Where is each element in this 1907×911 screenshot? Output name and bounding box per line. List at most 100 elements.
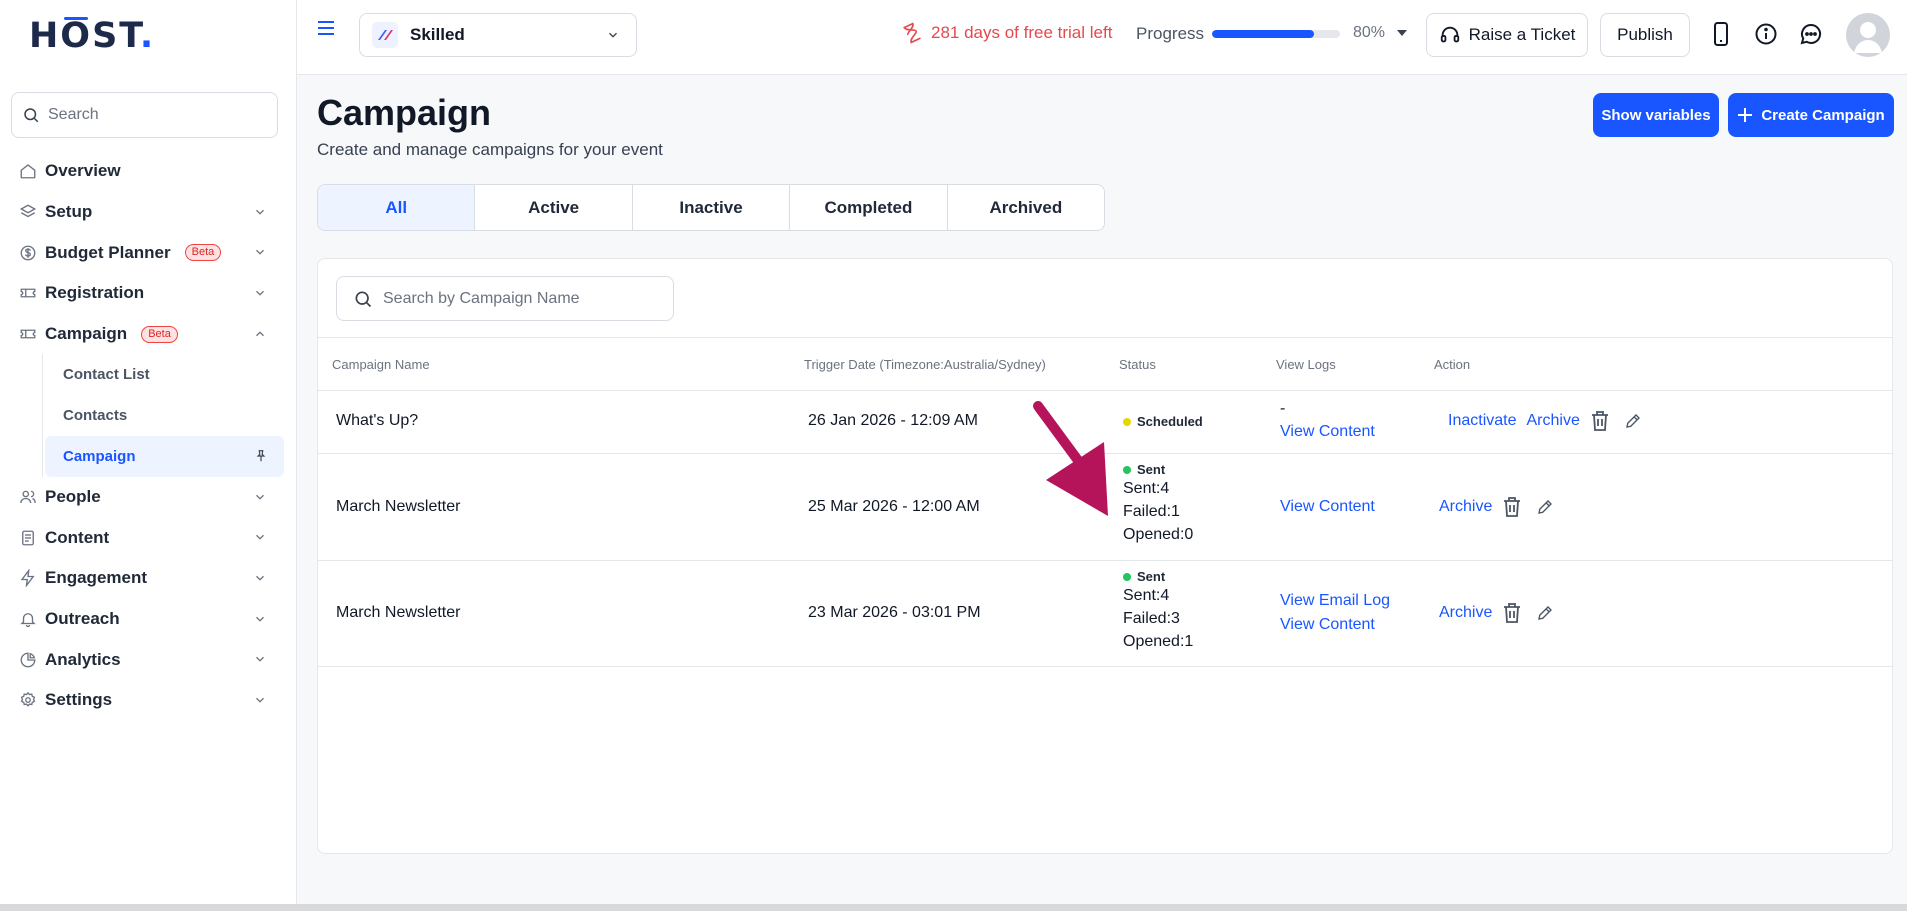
- sidebar-item-settings[interactable]: Settings: [0, 680, 297, 721]
- archive-link[interactable]: Archive: [1526, 409, 1579, 433]
- trash-icon[interactable]: [1502, 496, 1522, 518]
- mobile-phone-icon[interactable]: [1713, 22, 1729, 46]
- sidebar-item-analytics[interactable]: Analytics: [0, 639, 297, 680]
- sidebar-item-label: Overview: [45, 161, 121, 181]
- page-title: Campaign: [317, 92, 492, 133]
- sidebar-search-input[interactable]: Search: [11, 92, 278, 138]
- edit-pencil-icon[interactable]: [1536, 498, 1554, 516]
- sidebar-subitem-label: Campaign: [63, 447, 136, 465]
- users-icon: [20, 490, 36, 503]
- tab-active[interactable]: Active: [475, 185, 633, 230]
- sidebar-item-content[interactable]: Content: [0, 517, 297, 558]
- logo[interactable]: HOST.: [29, 16, 155, 56]
- headset-icon: [1440, 26, 1459, 43]
- campaign-name: March Newsletter: [336, 604, 461, 621]
- chevron-up-icon[interactable]: [253, 327, 267, 341]
- create-campaign-label: Create Campaign: [1761, 106, 1885, 124]
- progress-percent: 80%: [1353, 24, 1386, 41]
- publish-button[interactable]: Publish: [1600, 13, 1690, 57]
- top-bar: Skilled 281 days of free trial left Prog…: [297, 0, 1907, 75]
- archive-link[interactable]: Archive: [1439, 495, 1492, 519]
- beta-badge: Beta: [141, 325, 178, 343]
- column-header-view-logs: View Logs: [1276, 357, 1336, 372]
- column-header-trigger-date: Trigger Date (Timezone:Australia/Sydney): [804, 357, 1046, 372]
- chevron-down-icon[interactable]: [253, 245, 267, 259]
- trash-icon[interactable]: [1502, 602, 1522, 624]
- tab-inactive[interactable]: Inactive: [633, 185, 791, 230]
- gear-icon: [20, 692, 36, 708]
- chevron-down-icon[interactable]: [253, 490, 267, 504]
- chevron-down-icon[interactable]: [253, 612, 267, 626]
- chevron-down-icon[interactable]: [253, 530, 267, 544]
- sidebar-subitem-contacts[interactable]: Contacts: [43, 395, 297, 436]
- row-actions: Inactivate Archive: [1448, 409, 1656, 433]
- campaign-search-input[interactable]: Search by Campaign Name: [336, 276, 674, 321]
- caret-down-icon[interactable]: [1396, 29, 1408, 37]
- sidebar-item-setup[interactable]: Setup: [0, 192, 297, 233]
- status-label: Sent: [1137, 462, 1166, 477]
- sidebar-item-label: Outreach: [45, 608, 120, 628]
- failed-count: Failed:3: [1123, 610, 1180, 627]
- inactivate-link[interactable]: Inactivate: [1448, 409, 1516, 433]
- sidebar-item-people[interactable]: People: [0, 477, 297, 518]
- view-content-link[interactable]: View Content: [1280, 613, 1390, 637]
- sidebar-item-label: Setup: [45, 202, 93, 222]
- view-content-link[interactable]: View Content: [1280, 420, 1375, 444]
- create-campaign-button[interactable]: Create Campaign: [1728, 93, 1894, 137]
- trial-notice: 281 days of free trial left: [901, 22, 1112, 44]
- user-avatar[interactable]: [1846, 13, 1890, 57]
- raise-ticket-label: Raise a Ticket: [1468, 25, 1576, 44]
- campaign-name: What's Up?: [336, 412, 419, 429]
- status-details: Sent Sent:4 Failed:3 Opened:1: [1123, 569, 1193, 653]
- event-selector[interactable]: Skilled: [359, 13, 637, 57]
- raise-ticket-button[interactable]: Raise a Ticket: [1426, 13, 1588, 57]
- view-logs: View Email Log View Content: [1280, 589, 1390, 637]
- tab-archived[interactable]: Archived: [948, 185, 1104, 230]
- sidebar-item-label: Settings: [45, 690, 113, 710]
- chat-icon[interactable]: [1799, 22, 1823, 46]
- hamburger-menu-icon[interactable]: [317, 20, 335, 36]
- sidebar: HOST. Search Overview Setup Budget Plann…: [0, 0, 297, 904]
- sidebar-item-campaign[interactable]: Campaign Beta: [0, 314, 297, 355]
- trigger-date: 23 Mar 2026 - 03:01 PM: [808, 604, 981, 621]
- edit-pencil-icon[interactable]: [1536, 604, 1554, 622]
- progress-label: Progress: [1136, 24, 1205, 43]
- sidebar-item-registration[interactable]: Registration: [0, 273, 297, 314]
- tab-all[interactable]: All: [318, 185, 476, 230]
- sidebar-item-label: People: [45, 486, 101, 506]
- chevron-down-icon[interactable]: [253, 652, 267, 666]
- chevron-down-icon[interactable]: [253, 693, 267, 707]
- sidebar-subitem-contact-list[interactable]: Contact List: [43, 354, 297, 395]
- sidebar-item-label: Campaign: [45, 324, 128, 344]
- sidebar-item-outreach[interactable]: Outreach: [0, 599, 297, 640]
- sidebar-item-overview[interactable]: Overview: [0, 151, 297, 192]
- chevron-down-icon[interactable]: [253, 205, 267, 219]
- sidebar-item-budget-planner[interactable]: Budget Planner Beta: [0, 232, 297, 273]
- archive-link[interactable]: Archive: [1439, 601, 1492, 625]
- beta-badge: Beta: [184, 244, 222, 262]
- chevron-down-icon[interactable]: [253, 286, 267, 300]
- trash-icon[interactable]: [1590, 410, 1610, 432]
- annotation-arrow: [1033, 401, 1108, 516]
- column-header-status: Status: [1119, 357, 1156, 372]
- chevron-down-icon[interactable]: [253, 571, 267, 585]
- status-badge: Scheduled: [1123, 414, 1203, 429]
- sidebar-search-placeholder: Search: [48, 106, 99, 123]
- campaign-search-placeholder: Search by Campaign Name: [383, 289, 580, 307]
- sidebar-subitem-campaign[interactable]: Campaign: [45, 435, 284, 477]
- info-icon[interactable]: [1754, 22, 1778, 46]
- pin-icon[interactable]: [254, 449, 268, 463]
- status-label: Sent: [1137, 569, 1166, 584]
- logs-placeholder: -: [1280, 400, 1286, 417]
- sidebar-item-engagement[interactable]: Engagement: [0, 558, 297, 599]
- sidebar-item-label: Engagement: [45, 568, 148, 588]
- trigger-date: 25 Mar 2026 - 12:00 AM: [808, 498, 980, 515]
- status-dot: [1123, 572, 1131, 581]
- tab-completed[interactable]: Completed: [790, 185, 948, 230]
- edit-pencil-icon[interactable]: [1624, 412, 1642, 430]
- view-email-log-link[interactable]: View Email Log: [1280, 589, 1390, 613]
- user-icon: [1854, 22, 1882, 53]
- show-variables-button[interactable]: Show variables: [1593, 93, 1719, 137]
- chevron-down-icon: [609, 32, 617, 38]
- view-content-link[interactable]: View Content: [1280, 495, 1375, 519]
